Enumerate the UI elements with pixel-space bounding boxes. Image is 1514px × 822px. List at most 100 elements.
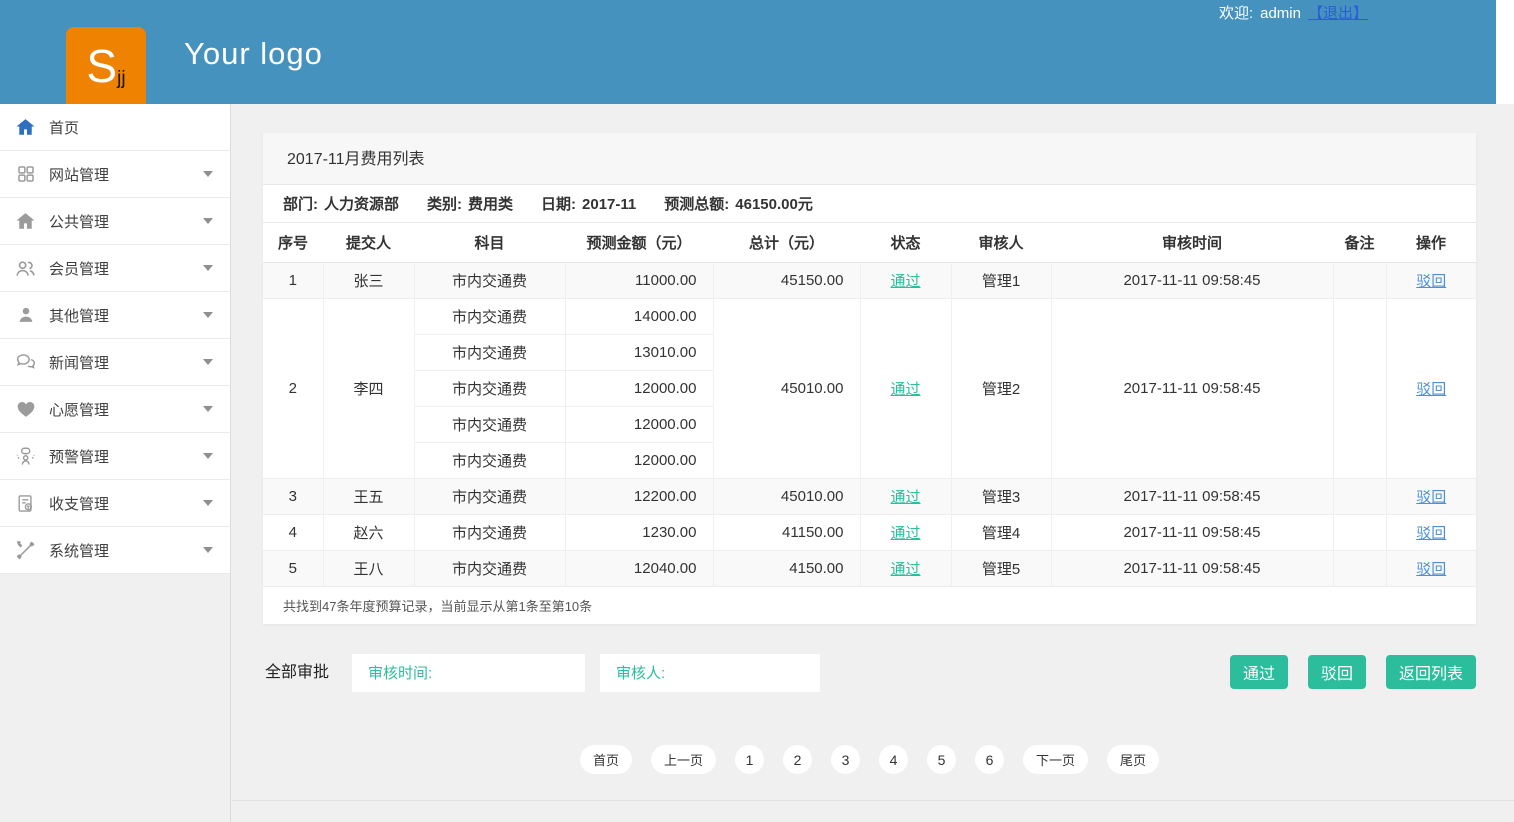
page-p6[interactable]: 6 <box>975 745 1004 774</box>
logo-badge-sub: jj <box>117 69 125 88</box>
amount-cell: 14000.00 <box>565 298 713 334</box>
column-header-status: 状态 <box>860 223 951 262</box>
chat-icon <box>13 350 38 374</box>
total-cell: 45010.00 <box>713 298 860 478</box>
seq-cell: 4 <box>263 514 323 550</box>
table-header-row: 序号提交人科目预测金额（元）总计（元）状态审核人审核时间备注操作 <box>263 223 1476 262</box>
action-link[interactable]: 驳回 <box>1416 273 1446 290</box>
users-icon <box>13 256 38 280</box>
remark-cell <box>1333 298 1386 478</box>
sidebar-item-other[interactable]: 其他管理 <box>0 292 230 339</box>
time-cell: 2017-11-11 09:58:45 <box>1051 514 1333 550</box>
auditor-cell: 管理3 <box>951 478 1051 514</box>
auditor-cell: 管理1 <box>951 262 1051 298</box>
sidebar-item-label: 新闻管理 <box>49 352 109 373</box>
status-cell: 通过 <box>860 262 951 298</box>
table-row: 2李四市内交通费14000.0045010.00通过管理22017-11-11 … <box>263 298 1476 334</box>
status-cell: 通过 <box>860 514 951 550</box>
home-icon <box>13 115 38 139</box>
auditor-cell: 管理4 <box>951 514 1051 550</box>
reject-button[interactable]: 驳回 <box>1308 655 1366 689</box>
action-cell: 驳回 <box>1386 550 1476 586</box>
total-cell: 45150.00 <box>713 262 860 298</box>
house-icon <box>13 209 38 233</box>
info-category-value: 费用类 <box>468 196 513 213</box>
top-header: S jj Your logo 欢迎: admin 【退出】 <box>0 0 1496 104</box>
receipt-icon <box>13 491 38 515</box>
page: { "header": { "welcome_prefix": "欢迎:", "… <box>0 0 1514 822</box>
sidebar-item-news[interactable]: 新闻管理 <box>0 339 230 386</box>
info-category: 类别:费用类 <box>427 193 513 214</box>
seq-cell: 5 <box>263 550 323 586</box>
sidebar-item-member[interactable]: 会员管理 <box>0 245 230 292</box>
chevron-down-icon <box>203 312 213 318</box>
back-button[interactable]: 返回列表 <box>1386 655 1476 689</box>
approve-button[interactable]: 通过 <box>1230 655 1288 689</box>
total-cell: 41150.00 <box>713 514 860 550</box>
page-p5[interactable]: 5 <box>927 745 956 774</box>
info-total-label: 预测总额: <box>664 196 729 213</box>
subject-cell: 市内交通费 <box>414 406 565 442</box>
amount-cell: 12000.00 <box>565 370 713 406</box>
sidebar-item-home[interactable]: 首页 <box>0 104 230 151</box>
page-p2[interactable]: 2 <box>783 745 812 774</box>
audit-time-input[interactable] <box>352 654 585 692</box>
time-cell: 2017-11-11 09:58:45 <box>1051 298 1333 478</box>
info-date: 日期:2017-11 <box>541 193 636 214</box>
column-header-submitter: 提交人 <box>323 223 414 262</box>
sidebar-item-site[interactable]: 网站管理 <box>0 151 230 198</box>
status-link[interactable]: 通过 <box>890 489 920 506</box>
sidebar-item-label: 首页 <box>49 117 79 138</box>
logo-text: Your logo <box>184 0 323 104</box>
username: admin <box>1260 5 1301 22</box>
action-cell: 驳回 <box>1386 262 1476 298</box>
logout-link[interactable]: 【退出】 <box>1308 5 1368 22</box>
sidebar-item-label: 公共管理 <box>49 211 109 232</box>
auditor-input[interactable] <box>600 654 820 692</box>
column-header-amount: 预测金额（元） <box>565 223 713 262</box>
page-p4[interactable]: 4 <box>879 745 908 774</box>
action-link[interactable]: 驳回 <box>1416 381 1446 398</box>
logo[interactable]: S jj <box>66 27 146 104</box>
status-link[interactable]: 通过 <box>890 273 920 290</box>
chevron-down-icon <box>203 500 213 506</box>
sidebar-item-system[interactable]: 系统管理 <box>0 527 230 574</box>
sidebar-item-public[interactable]: 公共管理 <box>0 198 230 245</box>
page-p1[interactable]: 1 <box>735 745 764 774</box>
action-link[interactable]: 驳回 <box>1416 525 1446 542</box>
subject-cell: 市内交通费 <box>414 478 565 514</box>
welcome-label: 欢迎: <box>1219 5 1253 22</box>
status-link[interactable]: 通过 <box>890 561 920 578</box>
info-dept-label: 部门: <box>283 196 318 213</box>
sidebar-item-label: 预警管理 <box>49 446 109 467</box>
approval-buttons: 通过驳回返回列表 <box>1230 655 1476 689</box>
info-total-value: 46150.00元 <box>735 196 813 213</box>
expense-table: 序号提交人科目预测金额（元）总计（元）状态审核人审核时间备注操作 1张三市内交通… <box>263 223 1476 586</box>
submitter-cell: 李四 <box>323 298 414 478</box>
subject-cell: 市内交通费 <box>414 334 565 370</box>
chevron-down-icon <box>203 359 213 365</box>
sidebar-item-warning[interactable]: 预警管理 <box>0 433 230 480</box>
expense-panel: 2017-11月费用列表 部门:人力资源部类别:费用类日期:2017-11预测总… <box>263 133 1476 624</box>
page-last[interactable]: 尾页 <box>1107 745 1159 774</box>
sidebar-item-finance[interactable]: 收支管理 <box>0 480 230 527</box>
time-cell: 2017-11-11 09:58:45 <box>1051 550 1333 586</box>
amount-cell: 12000.00 <box>565 442 713 478</box>
status-link[interactable]: 通过 <box>890 381 920 398</box>
time-cell: 2017-11-11 09:58:45 <box>1051 478 1333 514</box>
page-next[interactable]: 下一页 <box>1023 745 1088 774</box>
sidebar-item-wish[interactable]: 心愿管理 <box>0 386 230 433</box>
page-first[interactable]: 首页 <box>580 745 632 774</box>
page-prev[interactable]: 上一页 <box>651 745 716 774</box>
page-p3[interactable]: 3 <box>831 745 860 774</box>
action-link[interactable]: 驳回 <box>1416 561 1446 578</box>
status-link[interactable]: 通过 <box>890 525 920 542</box>
status-cell: 通过 <box>860 298 951 478</box>
action-link[interactable]: 驳回 <box>1416 489 1446 506</box>
total-cell: 4150.00 <box>713 550 860 586</box>
amount-cell: 12000.00 <box>565 406 713 442</box>
remark-cell <box>1333 478 1386 514</box>
action-cell: 驳回 <box>1386 298 1476 478</box>
status-cell: 通过 <box>860 478 951 514</box>
welcome-bar: 欢迎: admin 【退出】 <box>1219 2 1368 23</box>
